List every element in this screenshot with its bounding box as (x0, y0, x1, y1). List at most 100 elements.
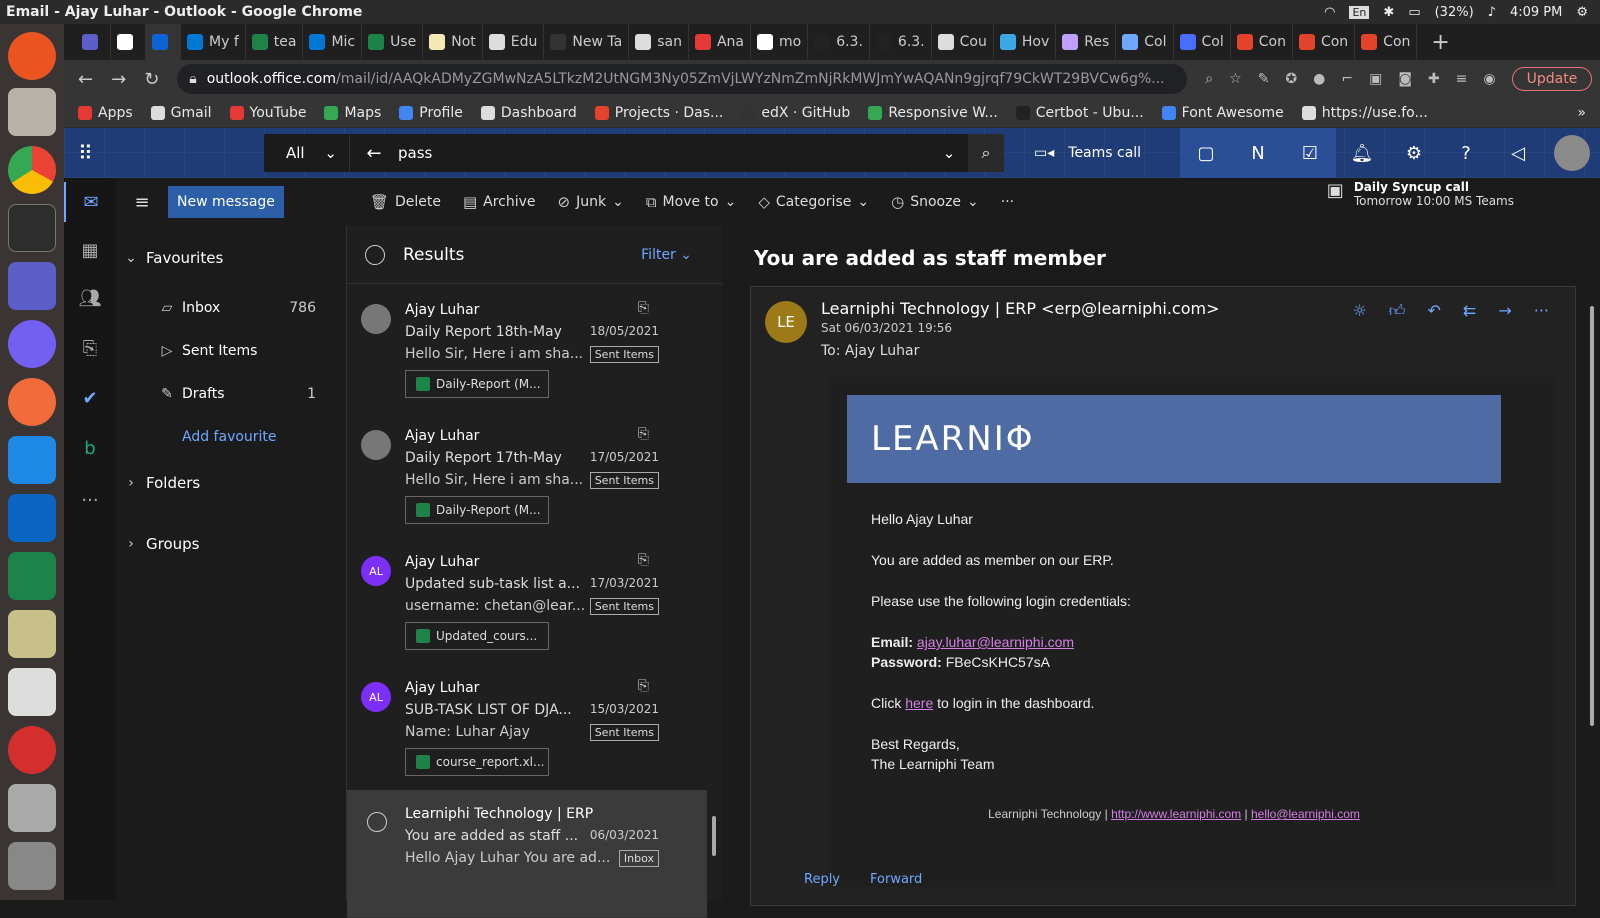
like-icon[interactable]: 👍︎ (1389, 301, 1406, 321)
categorise-button[interactable]: ◇ Categorise ⌄ (758, 193, 869, 211)
joplin-icon[interactable] (8, 436, 56, 484)
browser-tab[interactable]: New Ta (544, 24, 630, 60)
calendar-icon[interactable]: ▦ (64, 230, 116, 270)
browser-tab[interactable]: Cou (932, 24, 994, 60)
mail-icon[interactable]: ✉ (64, 182, 116, 222)
browser-tab[interactable]: Not (423, 24, 483, 60)
search-scope-dropdown[interactable]: All ⌄ (264, 134, 350, 172)
chrome-icon[interactable] (8, 146, 56, 194)
bookmark-item[interactable]: Gmail (150, 105, 212, 121)
chat-icon[interactable]: ▢ (1180, 128, 1232, 178)
list-item[interactable]: AL Ajay Luhar Updated sub-task list a... us… (347, 538, 707, 666)
browser-tab[interactable]: My f (181, 24, 246, 60)
list-scrollbar[interactable] (706, 286, 722, 900)
upcoming-event[interactable]: ▣ Daily Syncup call Tomorrow 10:00 MS Tea… (1327, 180, 1514, 208)
forward-link[interactable]: Forward (870, 872, 922, 887)
browser-tab[interactable]: mo (751, 24, 809, 60)
text-editor-icon[interactable] (8, 668, 56, 716)
search-box[interactable]: All ⌄ ← pass ⌄ ⌕ (264, 134, 1004, 172)
todo-check-icon[interactable]: ✔ (64, 378, 116, 418)
wifi-icon[interactable]: ◠ (1324, 5, 1335, 20)
forward-icon[interactable]: → (111, 69, 126, 90)
attachment-chip[interactable]: Daily-Report (M... (405, 370, 549, 398)
select-checkbox[interactable] (367, 812, 387, 832)
sun-icon[interactable]: ☼ (1352, 301, 1366, 321)
files-icon[interactable] (8, 88, 56, 136)
groups-toggle[interactable]: › Groups (116, 524, 346, 564)
keyboard-indicator[interactable]: En (1349, 5, 1370, 19)
browser-tab[interactable]: 6.3. (808, 24, 870, 60)
browser-tab[interactable]: Col (1116, 24, 1174, 60)
browser-tab[interactable]: Hov (994, 24, 1057, 60)
profile-avatar[interactable]: ◉ (1483, 71, 1495, 87)
browser-tab[interactable]: san (629, 24, 689, 60)
browser-tab[interactable]: Ana (689, 24, 751, 60)
zoom-icon[interactable]: ⌕ (1205, 71, 1213, 87)
footer-email-link[interactable]: hello@learniphi.com (1251, 807, 1360, 821)
hamburger-icon[interactable]: ≡ (116, 192, 168, 213)
volume-icon[interactable]: ♪ (1488, 5, 1496, 20)
settings-gear-icon[interactable]: ⚙ (1576, 5, 1588, 20)
browser-tab[interactable]: Con (1355, 24, 1418, 60)
reply-link[interactable]: Reply (804, 872, 840, 887)
select-all-checkbox[interactable] (365, 244, 385, 265)
reply-all-icon[interactable]: ⇇ (1463, 301, 1476, 321)
terminal-icon[interactable] (8, 204, 56, 252)
user-avatar[interactable] (1554, 135, 1590, 171)
bookmark-item[interactable]: Responsive W... (868, 105, 998, 121)
megaphone-icon[interactable]: ◁ (1492, 128, 1544, 178)
trash-icon[interactable] (8, 842, 56, 890)
browser-tab[interactable] (111, 24, 146, 60)
extension-icon[interactable]: ✎ (1258, 71, 1270, 87)
junk-button[interactable]: ⊘ Junk ⌄ (558, 193, 624, 211)
reading-list-icon[interactable]: ≡ (1456, 71, 1468, 87)
favourites-toggle[interactable]: ⌄ Favourites (116, 238, 346, 278)
extension-icon[interactable]: ▣ (1369, 71, 1382, 87)
bell-icon[interactable]: 🔔︎ (1336, 128, 1388, 178)
bluetooth-icon[interactable]: ✱ (1383, 5, 1394, 20)
chevron-down-icon[interactable]: ⌄ (930, 144, 968, 162)
onenote-icon[interactable]: N (1232, 128, 1284, 178)
folder-inbox[interactable]: ▱ Inbox 786 (116, 288, 346, 328)
email-link[interactable]: ajay.luhar@learniphi.com (917, 634, 1074, 650)
sender-name[interactable]: Learniphi Technology | ERP <erp@learniph… (821, 299, 1220, 318)
new-tab-button[interactable]: + (1417, 24, 1463, 60)
teams-icon[interactable] (8, 262, 56, 310)
bookmark-item[interactable]: Font Awesome (1161, 105, 1284, 121)
bookmark-item[interactable]: YouTube (229, 105, 306, 121)
list-item[interactable]: Ajay Luhar Daily Report 18th-May Hello Sir… (347, 286, 707, 414)
browser-tab[interactable]: tea (246, 24, 304, 60)
bookmark-item[interactable]: edX · GitHub (741, 105, 850, 121)
reply-icon[interactable]: ↶ (1428, 301, 1441, 321)
filter-button[interactable]: Filter ⌄ (641, 247, 692, 263)
recipient-name[interactable]: Ajay Luhar (845, 343, 919, 359)
puzzle-icon[interactable]: ✚ (1428, 71, 1440, 87)
reading-scrollbar[interactable] (1584, 286, 1600, 900)
folders-toggle[interactable]: › Folders (116, 463, 346, 503)
browser-tab[interactable]: Col (1174, 24, 1231, 60)
attachment-chip[interactable]: course_report.xl... (405, 748, 549, 776)
more-icon[interactable]: ··· (1534, 301, 1549, 321)
list-item[interactable]: Learniphi Technology | ERP You are added … (347, 790, 707, 918)
browser-tab[interactable] (146, 24, 181, 60)
spreadsheet-icon[interactable] (8, 552, 56, 600)
extension-icon[interactable]: ⌐ (1341, 71, 1353, 87)
extension-icon[interactable]: ✪ (1285, 71, 1297, 87)
attachment-chip[interactable]: Daily-Report (M... (405, 496, 549, 524)
more-actions-button[interactable]: ··· (1001, 194, 1014, 210)
teams-call-button[interactable]: ▭◂ Teams call (1034, 128, 1141, 178)
here-link[interactable]: here (905, 695, 933, 711)
disk-icon[interactable] (8, 784, 56, 832)
more-apps-icon[interactable]: ··· (64, 480, 116, 520)
scrollbar-thumb[interactable] (712, 816, 716, 856)
list-item[interactable]: AL Ajay Luhar SUB-TASK LIST OF DJA... Name:… (347, 664, 707, 792)
browser-tab[interactable]: Mic (303, 24, 363, 60)
search-input[interactable]: pass (398, 144, 930, 162)
browser-tab[interactable]: Use (362, 24, 424, 60)
delete-button[interactable]: 🗑︎ Delete (370, 193, 441, 211)
browser-tab[interactable]: Res (1056, 24, 1117, 60)
clock[interactable]: 4:09 PM (1510, 5, 1562, 20)
browser-tab[interactable]: 6.3. (870, 24, 932, 60)
bookmark-item[interactable]: Certbot - Ubu... (1015, 105, 1144, 121)
new-message-button[interactable]: New message (168, 186, 284, 218)
